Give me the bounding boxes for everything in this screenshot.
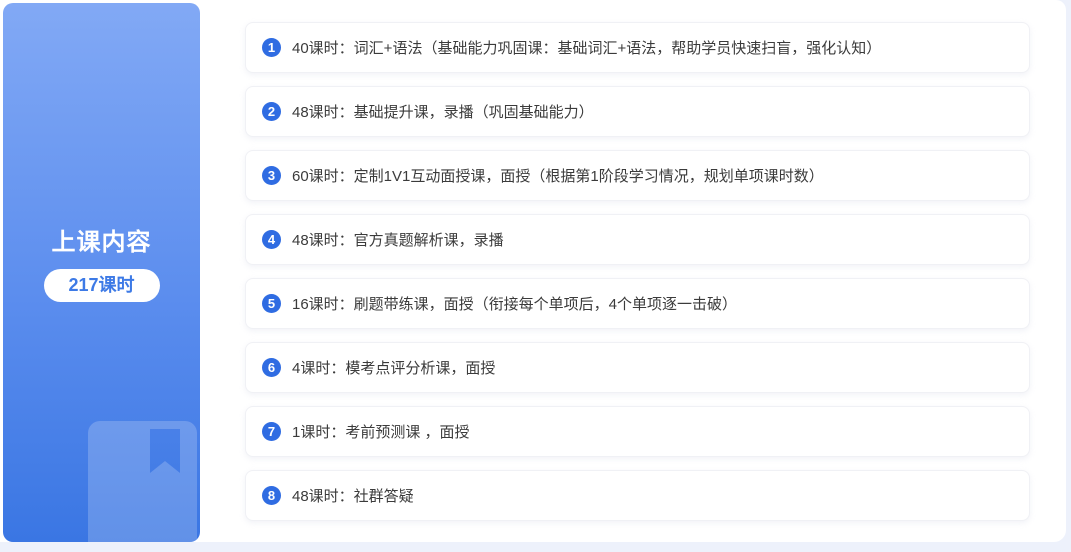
item-number-badge: 5 (262, 294, 281, 313)
item-number-badge: 4 (262, 230, 281, 249)
list-item: 8 48课时：社群答疑 (245, 470, 1030, 521)
item-text: 4课时：模考点评分析课，面授 (292, 357, 495, 378)
list-item: 1 40课时：词汇+语法（基础能力巩固课：基础词汇+语法，帮助学员快速扫盲，强化… (245, 22, 1030, 73)
item-number-badge: 1 (262, 38, 281, 57)
item-text: 16课时：刷题带练课，面授（衔接每个单项后，4个单项逐一击破） (292, 293, 737, 314)
item-text: 60课时：定制1V1互动面授课，面授（根据第1阶段学习情况，规划单项课时数） (292, 165, 824, 186)
item-number-badge: 8 (262, 486, 281, 505)
content-card: 上课内容 217课时 1 40课时：词汇+语法（基础能力巩固课：基础词汇+语法，… (0, 0, 1066, 542)
item-text: 48课时：官方真题解析课，录播 (292, 229, 504, 250)
item-number-badge: 3 (262, 166, 281, 185)
list-item: 4 48课时：官方真题解析课，录播 (245, 214, 1030, 265)
course-item-list: 1 40课时：词汇+语法（基础能力巩固课：基础词汇+语法，帮助学员快速扫盲，强化… (245, 22, 1030, 534)
item-number-badge: 2 (262, 102, 281, 121)
item-text: 48课时：社群答疑 (292, 485, 414, 506)
list-item: 6 4课时：模考点评分析课，面授 (245, 342, 1030, 393)
sidebar-panel: 上课内容 217课时 (3, 3, 200, 542)
item-text: 1课时：考前预测课 ，面授 (292, 421, 470, 442)
list-item: 5 16课时：刷题带练课，面授（衔接每个单项后，4个单项逐一击破） (245, 278, 1030, 329)
item-number-badge: 7 (262, 422, 281, 441)
book-bookmark-icon (88, 421, 197, 542)
list-item: 3 60课时：定制1V1互动面授课，面授（根据第1阶段学习情况，规划单项课时数） (245, 150, 1030, 201)
total-hours-badge: 217课时 (44, 269, 160, 302)
item-number-badge: 6 (262, 358, 281, 377)
item-text: 48课时：基础提升课，录播（巩固基础能力） (292, 101, 594, 122)
list-item: 7 1课时：考前预测课 ，面授 (245, 406, 1030, 457)
item-text: 40课时：词汇+语法（基础能力巩固课：基础词汇+语法，帮助学员快速扫盲，强化认知… (292, 37, 881, 58)
section-title: 上课内容 (3, 222, 200, 257)
list-item: 2 48课时：基础提升课，录播（巩固基础能力） (245, 86, 1030, 137)
